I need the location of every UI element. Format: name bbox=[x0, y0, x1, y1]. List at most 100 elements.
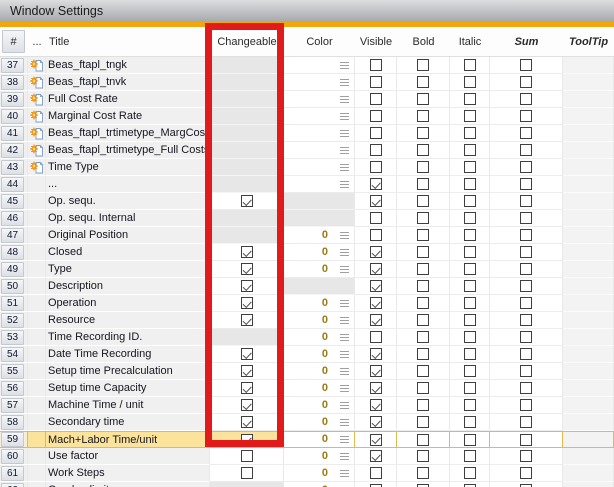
bold-cell[interactable] bbox=[397, 295, 450, 312]
tooltip-cell[interactable] bbox=[563, 210, 614, 227]
column-header-num[interactable]: # bbox=[2, 30, 25, 53]
bold-cell[interactable] bbox=[397, 448, 450, 465]
bold-cell[interactable] bbox=[397, 482, 450, 487]
italic-cell[interactable] bbox=[450, 329, 490, 346]
visible-checkbox[interactable] bbox=[370, 144, 382, 156]
row-number-cell[interactable]: 42 bbox=[0, 142, 28, 159]
sum-checkbox[interactable] bbox=[520, 314, 532, 326]
italic-cell[interactable] bbox=[450, 227, 490, 244]
row-number-cell[interactable]: 51 bbox=[0, 295, 28, 312]
color-cell[interactable] bbox=[284, 159, 355, 176]
sum-checkbox[interactable] bbox=[520, 365, 532, 377]
bold-checkbox[interactable] bbox=[417, 76, 429, 88]
visible-checkbox[interactable] bbox=[370, 195, 382, 207]
changeable-cell[interactable] bbox=[210, 261, 284, 278]
bold-checkbox[interactable] bbox=[417, 212, 429, 224]
changeable-cell[interactable] bbox=[210, 346, 284, 363]
visible-checkbox[interactable] bbox=[370, 314, 382, 326]
color-cell[interactable]: 0 bbox=[284, 397, 355, 414]
sum-cell[interactable] bbox=[490, 108, 563, 125]
color-menu-icon[interactable] bbox=[340, 266, 349, 273]
tooltip-cell[interactable] bbox=[563, 227, 614, 244]
column-header-dots[interactable]: ... bbox=[28, 27, 46, 56]
sum-checkbox[interactable] bbox=[520, 416, 532, 428]
bold-cell[interactable] bbox=[397, 312, 450, 329]
bold-checkbox[interactable] bbox=[417, 348, 429, 360]
visible-cell[interactable] bbox=[355, 91, 397, 108]
italic-checkbox[interactable] bbox=[464, 382, 476, 394]
italic-cell[interactable] bbox=[450, 74, 490, 91]
bold-checkbox[interactable] bbox=[417, 280, 429, 292]
sum-cell[interactable] bbox=[490, 176, 563, 193]
tooltip-cell[interactable] bbox=[563, 159, 614, 176]
sum-cell[interactable] bbox=[490, 448, 563, 465]
row-number-cell[interactable]: 48 bbox=[0, 244, 28, 261]
changeable-cell[interactable] bbox=[210, 363, 284, 380]
bold-cell[interactable] bbox=[397, 142, 450, 159]
row-number[interactable]: 45 bbox=[1, 194, 24, 209]
italic-cell[interactable] bbox=[450, 397, 490, 414]
visible-checkbox[interactable] bbox=[370, 467, 382, 479]
row-number-cell[interactable]: 61 bbox=[0, 465, 28, 482]
color-menu-icon[interactable] bbox=[340, 62, 349, 69]
italic-cell[interactable] bbox=[450, 414, 490, 431]
sum-checkbox[interactable] bbox=[520, 144, 532, 156]
column-header-ch[interactable]: Changeable bbox=[210, 27, 284, 56]
color-cell[interactable]: 0 bbox=[284, 312, 355, 329]
tooltip-cell[interactable] bbox=[563, 414, 614, 431]
bold-checkbox[interactable] bbox=[417, 365, 429, 377]
bold-cell[interactable] bbox=[397, 108, 450, 125]
color-menu-icon[interactable] bbox=[340, 113, 349, 120]
color-cell[interactable]: 0 bbox=[284, 431, 355, 448]
row-number[interactable]: 61 bbox=[1, 466, 24, 481]
tooltip-cell[interactable] bbox=[563, 363, 614, 380]
visible-checkbox[interactable] bbox=[370, 178, 382, 190]
changeable-checkbox[interactable] bbox=[241, 195, 253, 207]
color-menu-icon[interactable] bbox=[340, 181, 349, 188]
row-number[interactable]: 43 bbox=[1, 160, 24, 175]
row-number[interactable]: 42 bbox=[1, 143, 24, 158]
sum-cell[interactable] bbox=[490, 380, 563, 397]
bold-checkbox[interactable] bbox=[417, 161, 429, 173]
tooltip-cell[interactable] bbox=[563, 74, 614, 91]
bold-checkbox[interactable] bbox=[417, 59, 429, 71]
bold-checkbox[interactable] bbox=[417, 416, 429, 428]
visible-cell[interactable] bbox=[355, 108, 397, 125]
sum-checkbox[interactable] bbox=[520, 212, 532, 224]
visible-checkbox[interactable] bbox=[370, 382, 382, 394]
italic-cell[interactable] bbox=[450, 278, 490, 295]
visible-cell[interactable] bbox=[355, 329, 397, 346]
italic-checkbox[interactable] bbox=[464, 59, 476, 71]
italic-cell[interactable] bbox=[450, 142, 490, 159]
row-number-cell[interactable]: 46 bbox=[0, 210, 28, 227]
sum-checkbox[interactable] bbox=[520, 399, 532, 411]
tooltip-cell[interactable] bbox=[563, 278, 614, 295]
sum-cell[interactable] bbox=[490, 91, 563, 108]
color-menu-icon[interactable] bbox=[340, 130, 349, 137]
bold-checkbox[interactable] bbox=[417, 450, 429, 462]
italic-cell[interactable] bbox=[450, 380, 490, 397]
color-menu-icon[interactable] bbox=[340, 453, 349, 460]
row-number[interactable]: 54 bbox=[1, 347, 24, 362]
sum-cell[interactable] bbox=[490, 210, 563, 227]
bold-cell[interactable] bbox=[397, 431, 450, 448]
visible-checkbox[interactable] bbox=[370, 59, 382, 71]
tooltip-cell[interactable] bbox=[563, 261, 614, 278]
color-menu-icon[interactable] bbox=[340, 436, 349, 443]
color-menu-icon[interactable] bbox=[340, 317, 349, 324]
sum-checkbox[interactable] bbox=[520, 331, 532, 343]
sum-cell[interactable] bbox=[490, 431, 563, 448]
visible-cell[interactable] bbox=[355, 244, 397, 261]
color-menu-icon[interactable] bbox=[340, 351, 349, 358]
bold-cell[interactable] bbox=[397, 91, 450, 108]
color-value[interactable]: 0 bbox=[322, 400, 328, 411]
color-menu-icon[interactable] bbox=[340, 79, 349, 86]
changeable-checkbox[interactable] bbox=[241, 450, 253, 462]
color-menu-icon[interactable] bbox=[340, 300, 349, 307]
bold-cell[interactable] bbox=[397, 261, 450, 278]
color-cell[interactable]: 0 bbox=[284, 448, 355, 465]
column-header-title[interactable]: Title bbox=[46, 27, 210, 56]
bold-checkbox[interactable] bbox=[417, 246, 429, 258]
changeable-cell[interactable] bbox=[210, 278, 284, 295]
visible-checkbox[interactable] bbox=[370, 280, 382, 292]
